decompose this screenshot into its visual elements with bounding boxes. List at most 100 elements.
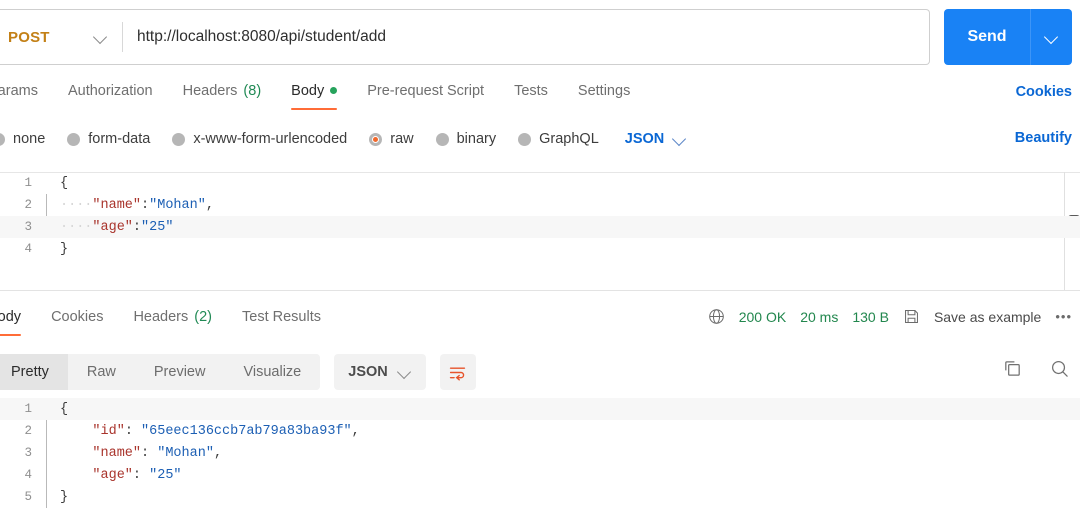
code-line: 3 ····"age":"25" [0, 216, 1080, 238]
token-key: "name" [92, 445, 142, 461]
beautify-button[interactable]: Beautify [1015, 130, 1072, 146]
token-pun: : [132, 467, 150, 483]
code-line: 3 "name": "Mohan", [0, 442, 1080, 464]
wrap-text-icon [448, 363, 467, 382]
body-type-none[interactable]: none [0, 131, 45, 147]
tab-label: Headers [182, 82, 238, 99]
body-type-graphql[interactable]: GraphQL [518, 131, 599, 147]
token-pun: : [124, 423, 142, 439]
response-size: 130 B [852, 308, 889, 325]
line-number: 2 [24, 198, 32, 212]
request-body-editor[interactable]: 1{2 ····"name":"Mohan", 3 ····"age":"25" 4} [0, 172, 1080, 290]
wrap-text-button[interactable] [439, 354, 476, 390]
http-method-selector[interactable]: POST [0, 10, 122, 64]
code-text: "name": "Mohan", [46, 446, 1080, 461]
token-key: "name" [92, 197, 142, 213]
token-str: "25" [149, 467, 182, 483]
response-view-mode-group: Pretty Raw Preview Visualize [0, 354, 321, 390]
tab-label: Settings [577, 82, 631, 99]
chevron-down-icon [1045, 30, 1059, 44]
code-text: } [46, 490, 1080, 505]
token-ws: ···· [60, 197, 93, 213]
save-icon[interactable] [903, 308, 920, 325]
token-pun [60, 424, 92, 439]
globe-icon [708, 308, 725, 325]
tab-label: Body [291, 82, 325, 99]
token-ws: ···· [60, 219, 93, 235]
tab-count-badge: (2) [194, 308, 212, 325]
send-button[interactable]: Send [944, 9, 1030, 65]
code-text: { [46, 402, 1080, 417]
code-line: 1{ [0, 172, 1080, 194]
token-key: "age" [92, 219, 133, 235]
body-type-raw[interactable]: raw [369, 131, 414, 147]
request-tab-pre-request-script[interactable]: Pre-request Script [367, 83, 484, 108]
token-brace: } [60, 489, 69, 505]
token-pun [60, 446, 92, 461]
token-pun: : [141, 445, 158, 461]
body-type-form-data[interactable]: form-data [67, 131, 150, 147]
response-tab-headers[interactable]: Headers (2) [133, 309, 212, 334]
response-format-selector[interactable]: JSON [334, 354, 426, 390]
code-text: ····"name":"Mohan", [46, 198, 1080, 213]
line-number: 3 [24, 220, 32, 234]
save-as-example-button[interactable]: Save as example [934, 309, 1041, 325]
response-status-group: 200 OK 20 ms 130 B Save as example ••• [708, 308, 1072, 325]
code-line: 5} [0, 486, 1080, 508]
chevron-down-icon [398, 365, 412, 379]
token-str: "Mohan" [149, 197, 206, 213]
radio-button-icon [518, 132, 532, 146]
raw-format-selector[interactable]: JSON [625, 131, 688, 147]
code-line: 2 ····"name":"Mohan", [0, 194, 1080, 216]
line-number: 1 [24, 176, 32, 190]
send-options-button[interactable] [1030, 9, 1072, 65]
response-tab-cookies[interactable]: Cookies [51, 309, 103, 334]
response-tab-body[interactable]: Body [0, 308, 22, 336]
search-icon[interactable] [1049, 358, 1070, 379]
token-brace: { [60, 175, 69, 191]
code-text: { [46, 176, 1080, 191]
response-time: 20 ms [800, 308, 839, 325]
radio-button-icon [369, 132, 383, 146]
tab-label: Tests [514, 82, 548, 99]
line-number: 5 [24, 490, 32, 504]
tab-label: Body [0, 308, 22, 325]
response-tab-test-results[interactable]: Test Results [242, 309, 321, 334]
body-type-label: binary [456, 131, 497, 147]
body-type-x-www-form-urlencoded[interactable]: x-www-form-urlencoded [172, 131, 347, 147]
copy-icon[interactable] [1002, 358, 1023, 379]
chevron-down-icon [673, 132, 687, 146]
tab-label: Headers [133, 308, 189, 325]
request-tab-settings[interactable]: Settings [578, 83, 630, 108]
token-pun: : [132, 219, 142, 235]
body-type-binary[interactable]: binary [435, 131, 497, 147]
view-mode-preview[interactable]: Preview [134, 354, 225, 390]
token-key: "age" [92, 467, 133, 483]
cookies-link[interactable]: Cookies [1016, 84, 1072, 100]
body-type-label: form-data [88, 131, 151, 147]
token-str: "25" [141, 219, 174, 235]
more-options-icon[interactable]: ••• [1055, 309, 1072, 324]
request-tab-tests[interactable]: Tests [514, 83, 548, 108]
panel-divider [0, 290, 1080, 291]
code-line: 1{ [0, 398, 1080, 420]
view-mode-visualize[interactable]: Visualize [224, 354, 321, 390]
request-tab-body[interactable]: Body [291, 82, 338, 110]
token-pun: , [351, 423, 360, 439]
request-tab-authorization[interactable]: Authorization [68, 83, 153, 108]
tab-label: Authorization [67, 82, 153, 99]
url-input[interactable] [123, 10, 929, 64]
postman-request-response-view: POST Send Params Authorization Headers (8) B… [0, 0, 1080, 530]
request-tab-params[interactable]: Params [0, 83, 38, 108]
view-mode-pretty[interactable]: Pretty [0, 354, 68, 390]
view-mode-raw[interactable]: Raw [67, 354, 135, 390]
token-brace: { [60, 401, 69, 417]
body-type-label: x-www-form-urlencoded [193, 131, 348, 147]
request-tab-headers[interactable]: Headers (8) [183, 83, 262, 108]
status-code: 200 OK [738, 308, 787, 325]
token-pun [60, 468, 92, 483]
chevron-down-icon [94, 30, 108, 44]
body-type-radio-group: none form-data x-www-form-urlencoded raw bin… [0, 124, 1080, 154]
response-toolbar: Pretty Raw Preview Visualize JSON [0, 352, 1080, 392]
response-body-editor[interactable]: 1{2 "id": "65eec136ccb7ab79a83ba93f", 3 "… [0, 398, 1080, 530]
